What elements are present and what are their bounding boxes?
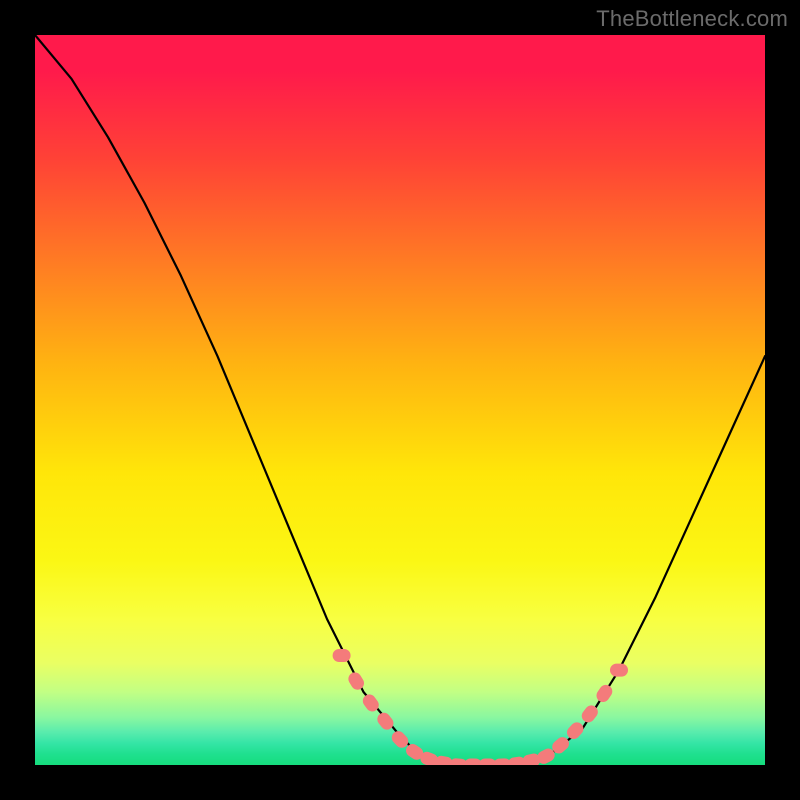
- chart-svg: [35, 35, 765, 765]
- data-dot: [594, 682, 615, 704]
- data-dot: [346, 670, 367, 692]
- bottleneck-curve: [35, 35, 765, 765]
- data-dots: [333, 649, 628, 765]
- watermark-text: TheBottleneck.com: [596, 6, 788, 32]
- data-dot: [333, 649, 351, 662]
- data-dot: [610, 664, 628, 677]
- plot-area: [35, 35, 765, 765]
- chart-frame: TheBottleneck.com: [0, 0, 800, 800]
- data-dot: [564, 720, 586, 742]
